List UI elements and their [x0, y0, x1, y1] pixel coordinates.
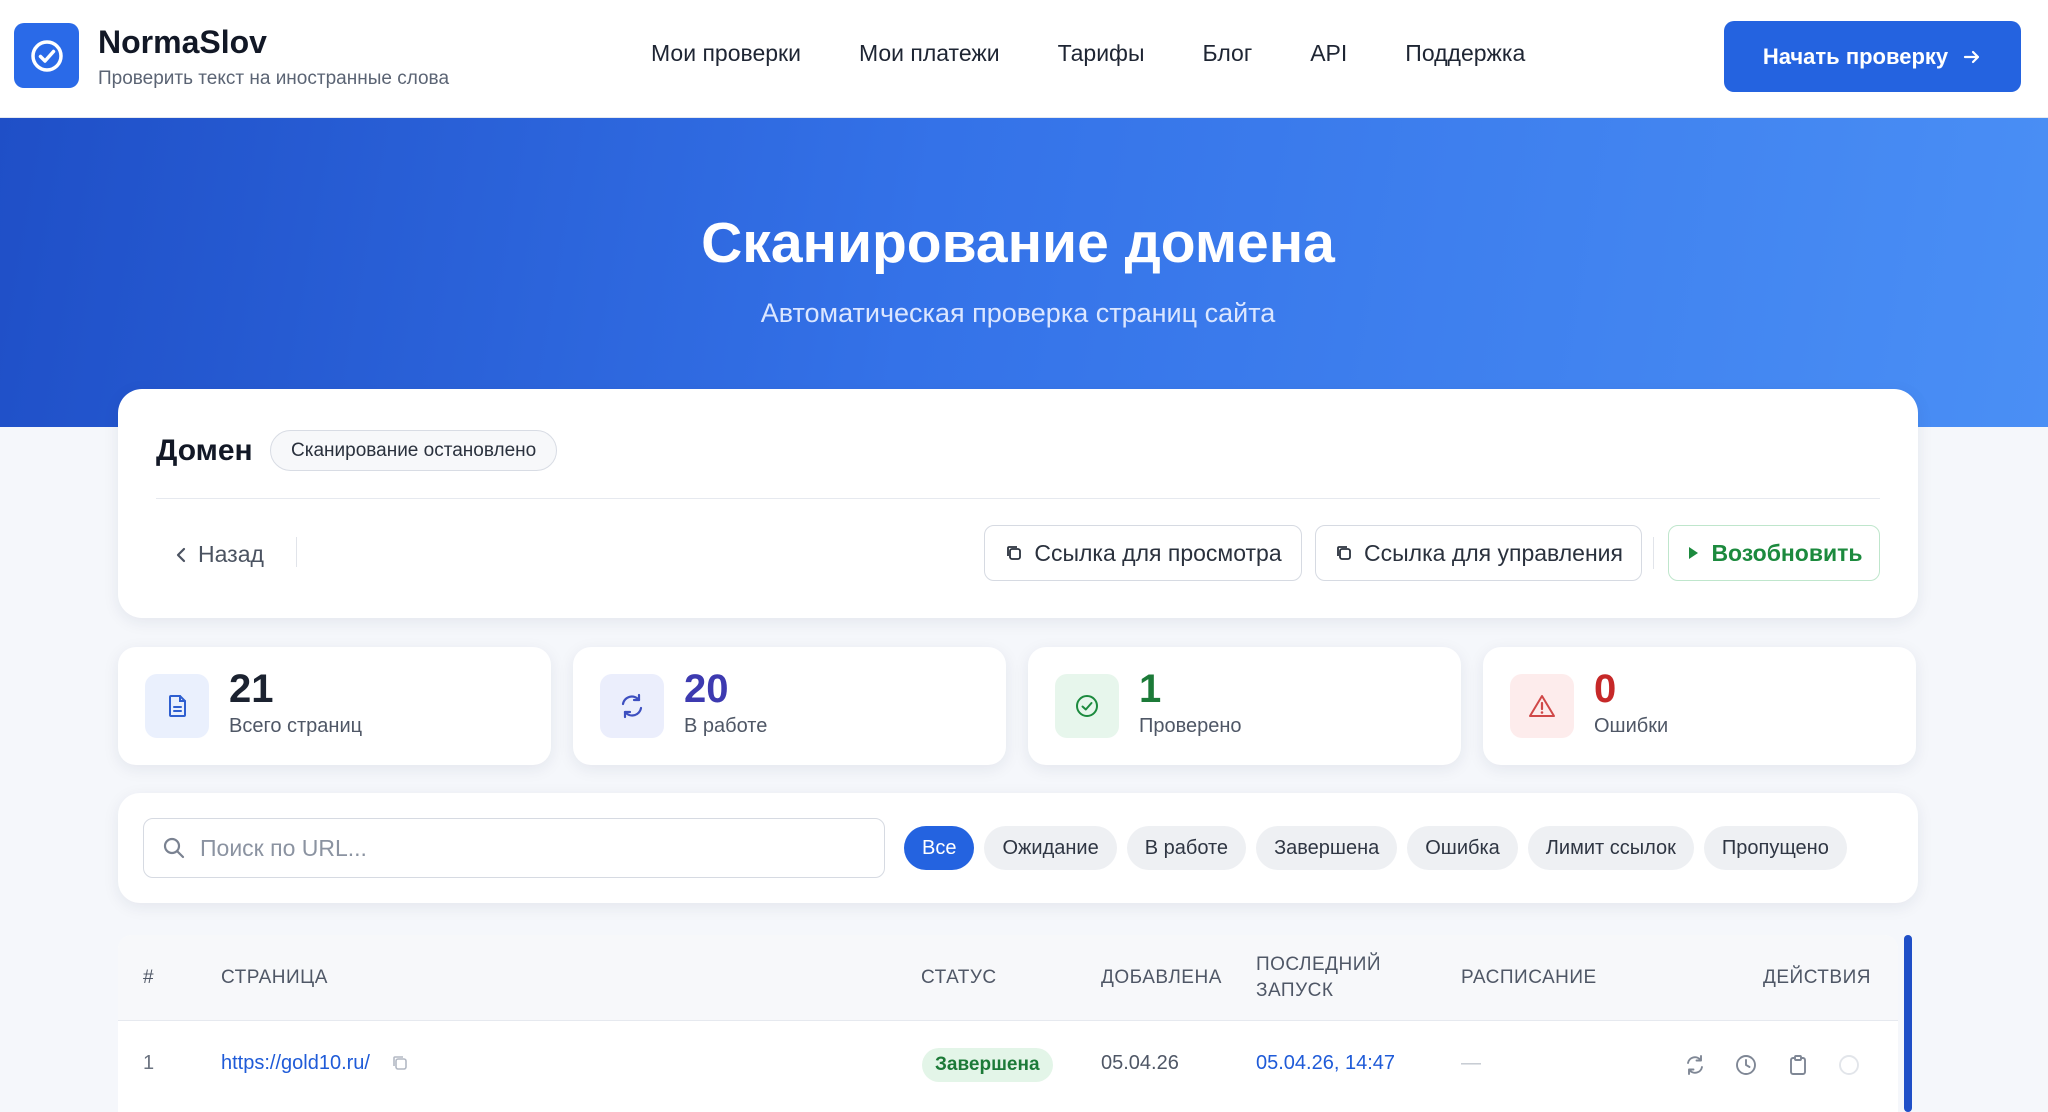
scan-status-badge: Сканирование остановлено [270, 430, 558, 471]
col-schedule: РАСПИСАНИЕ [1461, 967, 1597, 988]
filter-pending[interactable]: Ожидание [984, 826, 1117, 870]
stat-in-progress: 20 В работе [573, 647, 1006, 765]
stat-label: Ошибки [1594, 715, 1669, 737]
stat-value: 21 [229, 667, 274, 711]
status-badge: Завершена [922, 1048, 1053, 1082]
main-nav: Мои проверки Мои платежи Тарифы Блог API… [651, 40, 1583, 67]
status-filters: Все Ожидание В работе Завершена Ошибка Л… [904, 826, 1847, 870]
filter-bar: Все Ожидание В работе Завершена Ошибка Л… [118, 793, 1918, 903]
stat-label: В работе [684, 715, 768, 737]
brand-subtitle: Проверить текст на иностранные слова [98, 68, 450, 89]
filter-completed[interactable]: Завершена [1256, 826, 1398, 870]
start-check-label: Начать проверку [1762, 43, 1949, 69]
clipboard-icon[interactable] [1784, 1051, 1812, 1079]
play-icon [1689, 547, 1699, 559]
copy-url-icon[interactable] [390, 1053, 410, 1078]
search-icon [163, 837, 185, 859]
separator [296, 537, 297, 567]
filter-error[interactable]: Ошибка [1407, 826, 1518, 870]
domain-title: Домен [156, 434, 253, 467]
row-number: 1 [143, 1052, 155, 1074]
nav-blog[interactable]: Блог [1203, 40, 1253, 67]
top-header: NormaSlov Проверить текст на иностранные… [0, 0, 2048, 118]
start-check-button[interactable]: Начать проверку [1724, 21, 2021, 92]
col-added[interactable]: ДОБАВЛЕНА [1101, 965, 1222, 991]
schedule-value: — [1461, 1052, 1481, 1074]
nav-support[interactable]: Поддержка [1405, 40, 1525, 67]
document-icon [145, 674, 209, 738]
clock-icon[interactable] [1732, 1051, 1760, 1079]
check-circle-icon [1055, 674, 1119, 738]
stat-value: 0 [1594, 667, 1617, 711]
chevron-left-icon [176, 547, 186, 562]
divider [156, 498, 1880, 499]
resume-button[interactable]: Возобновить [1668, 525, 1880, 581]
arrow-right-icon [1964, 50, 1980, 63]
search-box [143, 818, 885, 878]
page-title: Сканирование домена [701, 211, 1335, 275]
stat-label: Проверено [1139, 715, 1242, 737]
filter-all[interactable]: Все [904, 826, 975, 870]
col-status[interactable]: СТАТУС [921, 965, 997, 991]
stat-value: 20 [684, 667, 729, 711]
filter-skipped[interactable]: Пропущено [1703, 826, 1847, 870]
table-header: # СТРАНИЦА СТАТУС ДОБАВЛЕНА ПОСЛЕДНИЙ ЗА… [118, 935, 1898, 1021]
col-last-run-line-2: ЗАПУСК [1256, 980, 1334, 1001]
col-last-run[interactable]: ПОСЛЕДНИЙ ЗАПУСК [1256, 952, 1381, 1004]
warning-icon [1510, 674, 1574, 738]
logo-check-icon[interactable] [14, 23, 79, 88]
manage-link-button[interactable]: Ссылка для управления [1315, 525, 1642, 581]
col-actions: ДЕЙСТВИЯ [1763, 967, 1871, 988]
nav-api[interactable]: API [1310, 40, 1347, 67]
domain-card: Домен Сканирование остановлено Назад Ссы… [118, 389, 1918, 618]
nav-my-checks[interactable]: Мои проверки [651, 40, 801, 67]
copy-icon [1007, 546, 1022, 560]
manage-link-label: Ссылка для управления [1364, 539, 1623, 566]
view-link-label: Ссылка для просмотра [1034, 539, 1282, 566]
page-subtitle: Автоматическая проверка страниц сайта [760, 298, 1276, 328]
page-url-link[interactable]: https://gold10.ru/ [221, 1052, 370, 1075]
nav-tariffs[interactable]: Тарифы [1058, 40, 1145, 67]
col-num: # [143, 967, 155, 988]
back-label: Назад [198, 541, 264, 567]
back-button[interactable]: Назад [174, 541, 264, 568]
col-last-run-line-1: ПОСЛЕДНИЙ [1256, 954, 1382, 975]
stat-checked: 1 Проверено [1028, 647, 1461, 765]
view-link-button[interactable]: Ссылка для просмотра [984, 525, 1302, 581]
separator [1653, 537, 1654, 569]
stat-label: Всего страниц [229, 715, 363, 737]
scrollbar[interactable] [1904, 935, 1912, 1112]
rescan-icon[interactable] [1681, 1051, 1709, 1079]
pages-table: # СТРАНИЦА СТАТУС ДОБАВЛЕНА ПОСЛЕДНИЙ ЗА… [118, 935, 1898, 1112]
refresh-icon [600, 674, 664, 738]
filter-in-progress[interactable]: В работе [1126, 826, 1247, 870]
brand-name[interactable]: NormaSlov [98, 24, 267, 61]
hero-banner: Сканирование домена Автоматическая прове… [0, 118, 2048, 427]
copy-icon [1337, 546, 1351, 560]
last-run-date[interactable]: 05.04.26, 14:47 [1256, 1052, 1395, 1075]
stat-value: 1 [1139, 667, 1162, 711]
nav-my-payments[interactable]: Мои платежи [859, 40, 1000, 67]
resume-label: Возобновить [1711, 539, 1863, 566]
filter-link-limit[interactable]: Лимит ссылок [1527, 826, 1694, 870]
search-input[interactable] [200, 834, 860, 862]
stat-errors: 0 Ошибки [1483, 647, 1916, 765]
stat-total-pages: 21 Всего страниц [118, 647, 551, 765]
added-date: 05.04.26 [1101, 1052, 1179, 1074]
col-page[interactable]: СТРАНИЦА [221, 965, 328, 991]
info-icon [1835, 1051, 1863, 1079]
